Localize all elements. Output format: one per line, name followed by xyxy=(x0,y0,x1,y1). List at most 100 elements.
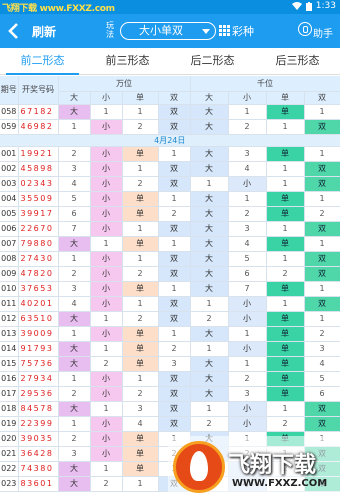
qian-hit-cell: 大 xyxy=(190,251,229,267)
helper-button[interactable]: 助手 xyxy=(313,25,333,40)
numbers-cell: 40201 xyxy=(18,296,59,312)
wan-miss-cell: 2 xyxy=(90,476,123,492)
qian-miss-cell: 1 xyxy=(304,104,340,120)
back-arrow-icon[interactable] xyxy=(6,22,22,40)
qian-hit-cell: 双 xyxy=(304,251,340,267)
wan-miss-cell: 1 xyxy=(90,401,123,417)
table-row: 001 19921 2 小单 1 大 3 单 1 xyxy=(0,146,340,162)
numbers-cell: 39009 xyxy=(18,326,59,342)
table-row: 019 22399 1 小 4 双 2 小 2 双 xyxy=(0,416,340,432)
wan-miss-cell: 4 xyxy=(122,416,159,432)
table-row: 016 27934 1 小 1 双大 2 单 5 xyxy=(0,371,340,387)
qian-miss-cell: 1 xyxy=(190,401,229,417)
qian-miss-cell: 1 xyxy=(228,356,267,372)
wan-hit-cell: 单 xyxy=(122,146,159,162)
table-row: 003 02343 4 小 2 双 1 小 1 双 xyxy=(0,176,340,192)
table-row: 006 22670 7 小 1 双大 3 1 双 xyxy=(0,221,340,237)
play-type-value: 大小单双 xyxy=(139,24,183,37)
wan-hit-cell: 双 xyxy=(158,401,191,417)
wan-miss-cell: 1 xyxy=(58,251,91,267)
wan-miss-cell: 1 xyxy=(158,191,191,207)
grid-icon[interactable] xyxy=(219,25,230,36)
wan-hit-cell: 大 xyxy=(58,341,91,357)
issue-cell: 005 xyxy=(0,206,19,222)
tab-4[interactable]: 后三形态 xyxy=(255,48,340,74)
issue-cell: 012 xyxy=(0,311,19,327)
play-type-select[interactable]: 大小单双 xyxy=(120,22,216,40)
issue-cell: 011 xyxy=(0,296,19,312)
battery-icon xyxy=(305,1,312,11)
wan-miss-cell: 6 xyxy=(58,206,91,222)
wan-miss-cell: 2 xyxy=(58,431,91,447)
table-row: 013 39009 1 小单 1 大 1 单 2 xyxy=(0,326,340,342)
qian-hit-cell: 大 xyxy=(190,119,229,135)
trend-table: 期号 开奖号码 万位 千位大小单双大小单双 058 67182 大 1 1 双大 1 单 1 059 469… xyxy=(0,76,340,492)
qian-hit-cell: 单 xyxy=(266,326,305,342)
qian-hit-cell: 单 xyxy=(266,371,305,387)
wan-hit-cell: 大 xyxy=(58,311,91,327)
wan-hit-cell: 小 xyxy=(90,431,123,447)
qian-hit-cell: 单 xyxy=(266,386,305,402)
wan-miss-cell: 2 xyxy=(122,311,159,327)
app-screen: 飞翔下载 www.FXXZ.com 1:33 刷新 玩法 大小单双 彩种 助手 … xyxy=(0,0,340,501)
numbers-cell: 39917 xyxy=(18,206,59,222)
qian-miss-cell: 2 xyxy=(304,326,340,342)
refresh-button[interactable]: 刷新 xyxy=(32,23,56,40)
table-row: 002 45898 3 小 1 双大 4 1 双 xyxy=(0,161,340,177)
col-numbers-header: 开奖号码 xyxy=(18,76,59,105)
qian-miss-cell: 6 xyxy=(228,266,267,282)
wan-miss-cell: 4 xyxy=(58,176,91,192)
numbers-cell: 39035 xyxy=(18,431,59,447)
qian-hit-cell: 双 xyxy=(304,221,340,237)
wan-hit-cell: 单 xyxy=(122,461,159,477)
wan-hit-cell: 单 xyxy=(122,446,159,462)
wan-miss-cell: 2 xyxy=(58,266,91,282)
qian-hit-cell: 双 xyxy=(304,176,340,192)
tab-1[interactable]: 前二形态 xyxy=(0,48,85,75)
wan-hit-cell: 小 xyxy=(90,206,123,222)
wan-hit-cell: 小 xyxy=(90,266,123,282)
lottery-type-button[interactable]: 彩种 xyxy=(232,23,254,39)
wan-miss-cell: 1 xyxy=(58,326,91,342)
wan-miss-cell: 7 xyxy=(58,221,91,237)
qian-miss-cell: 3 xyxy=(304,341,340,357)
tab-2[interactable]: 前三形态 xyxy=(85,48,170,74)
qian-miss-cell: 2 xyxy=(190,416,229,432)
qian-hit-cell: 大 xyxy=(190,356,229,372)
wan-miss-cell: 1 xyxy=(158,236,191,252)
qian-miss-cell: 5 xyxy=(228,251,267,267)
numbers-cell: 37653 xyxy=(18,281,59,297)
wan-hit-cell: 大 xyxy=(58,236,91,252)
watermark-url: WWW.FXXZ.COM xyxy=(232,478,328,489)
helper-icon[interactable] xyxy=(298,22,312,36)
qian-hit-cell: 单 xyxy=(266,104,305,120)
wan-hit-cell: 单 xyxy=(122,236,159,252)
qian-miss-cell: 1 xyxy=(266,119,305,135)
numbers-cell: 45898 xyxy=(18,161,59,177)
table-header-groups: 期号 开奖号码 万位 千位 xyxy=(0,76,340,105)
qian-hit-cell: 大 xyxy=(190,161,229,177)
wan-miss-cell: 1 xyxy=(122,476,159,492)
tab-3[interactable]: 后二形态 xyxy=(170,48,255,74)
qian-miss-cell: 2 xyxy=(228,206,267,222)
qian-hit-cell: 双 xyxy=(304,161,340,177)
wan-hit-cell: 大 xyxy=(58,476,91,492)
wan-miss-cell: 1 xyxy=(122,371,159,387)
qian-miss-cell: 7 xyxy=(228,281,267,297)
table-row: 059 46982 1 小 2 双大 2 1 双 xyxy=(0,119,340,135)
wan-hit-cell: 单 xyxy=(122,326,159,342)
qian-miss-cell: 1 xyxy=(190,176,229,192)
qian-hit-cell: 大 xyxy=(190,191,229,207)
qian-miss-cell: 6 xyxy=(304,386,340,402)
qian-miss-cell: 1 xyxy=(304,236,340,252)
wan-hit-cell: 小 xyxy=(90,371,123,387)
wan-hit-cell: 小 xyxy=(90,251,123,267)
wan-hit-cell: 双 xyxy=(158,104,191,120)
issue-cell: 016 xyxy=(0,371,19,387)
wan-hit-cell: 小 xyxy=(90,146,123,162)
wan-hit-cell: 双 xyxy=(158,416,191,432)
qian-miss-cell: 1 xyxy=(266,401,305,417)
qian-miss-cell: 1 xyxy=(304,191,340,207)
wan-miss-cell: 1 xyxy=(158,326,191,342)
issue-cell: 059 xyxy=(0,119,19,135)
